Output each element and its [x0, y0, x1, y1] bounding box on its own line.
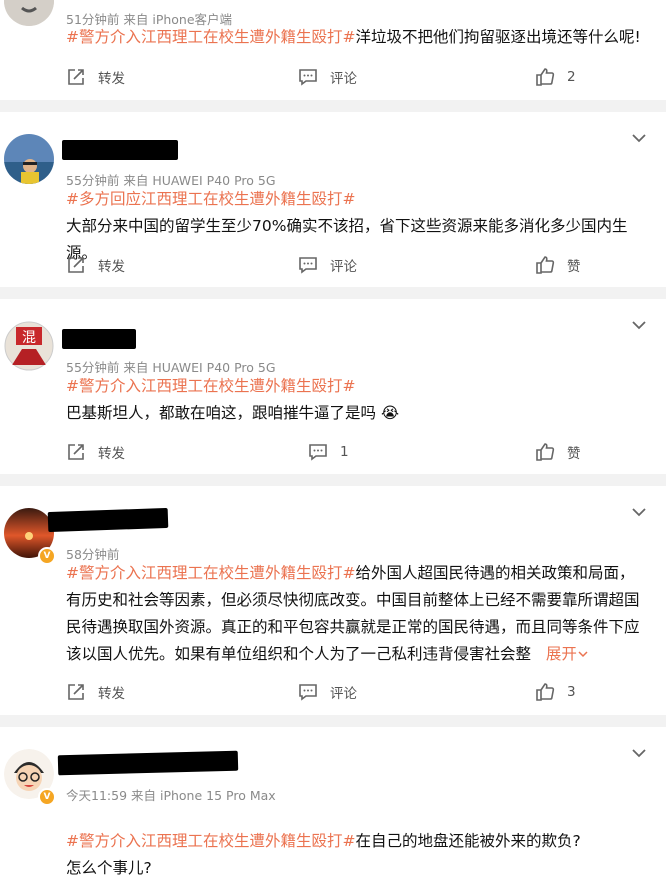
- post-body: 巴基斯坦人，都敢在咱这，跟咱摧牛逼了是吗 😭: [66, 404, 400, 422]
- post-text: #警方介入江西理工在校生遭外籍生殴打#给外国人超国民待遇的相关政策和局面，有历史…: [66, 560, 648, 668]
- comment-button[interactable]: 评论: [298, 63, 357, 91]
- comment-icon: [299, 69, 317, 86]
- action-bar: 转发 评论 赞: [0, 251, 666, 279]
- like-button[interactable]: 赞: [535, 438, 581, 466]
- topic-link[interactable]: #警方介入江西理工在校生遭外籍生殴打#: [66, 373, 648, 400]
- repost-button[interactable]: 转发: [66, 438, 125, 466]
- comment-card: 混 55分钟前 来自 HUAWEI P40 Pro 5G #警方介入江西理工在校…: [0, 299, 666, 474]
- avatar[interactable]: [4, 0, 54, 26]
- expand-link[interactable]: 展开: [536, 645, 589, 663]
- repost-button[interactable]: 转发: [66, 63, 125, 91]
- comment-button[interactable]: 1: [308, 438, 349, 466]
- like-button[interactable]: 3: [535, 678, 576, 706]
- comment-button[interactable]: 评论: [298, 678, 357, 706]
- avatar[interactable]: 混: [4, 321, 54, 371]
- post-text: #警方介入江西理工在校生遭外籍生殴打#在自己的地盘还能被外来的欺负? 怎么个事儿…: [66, 801, 648, 882]
- comment-card: 51分钟前 来自 iPhone客户端 #警方介入江西理工在校生遭外籍生殴打#洋垃…: [0, 0, 666, 100]
- like-button[interactable]: 2: [535, 63, 576, 91]
- repost-button[interactable]: 转发: [66, 678, 125, 706]
- thumbs-up-icon: [536, 683, 555, 701]
- thumbs-up-icon: [536, 68, 555, 86]
- avatar[interactable]: [4, 134, 54, 184]
- svg-text:混: 混: [22, 330, 36, 346]
- topic-link[interactable]: #多方回应江西理工在校生遭外籍生殴打#: [66, 186, 648, 213]
- username-redacted: [62, 140, 178, 160]
- repost-icon: [68, 444, 84, 460]
- verified-badge: V: [38, 547, 56, 565]
- post-text: #警方介入江西理工在校生遭外籍生殴打# 巴基斯坦人，都敢在咱这，跟咱摧牛逼了是吗…: [66, 373, 648, 427]
- comment-card: 55分钟前 来自 HUAWEI P40 Pro 5G #多方回应江西理工在校生遭…: [0, 112, 666, 287]
- verified-badge: V: [38, 788, 56, 806]
- username-redacted: [62, 329, 136, 349]
- thumbs-up-icon: [536, 256, 555, 274]
- thumbs-up-icon: [536, 443, 555, 461]
- repost-icon: [68, 684, 84, 700]
- comment-icon: [299, 257, 317, 274]
- comment-button[interactable]: 评论: [298, 251, 357, 279]
- chevron-down-icon[interactable]: [628, 314, 650, 336]
- chevron-down-icon: [578, 651, 588, 658]
- action-bar: 转发 1 赞: [0, 438, 666, 466]
- chevron-down-icon[interactable]: [628, 127, 650, 149]
- post-text: #警方介入江西理工在校生遭外籍生殴打#洋垃圾不把他们拘留驱逐出境还等什么呢!: [66, 24, 648, 51]
- username-redacted: [57, 750, 239, 776]
- comment-card: V 58分钟前 #警方介入江西理工在校生遭外籍生殴打#给外国人超国民待遇的相关政…: [0, 486, 666, 715]
- action-bar: 转发 评论 3: [0, 678, 666, 706]
- repost-button[interactable]: 转发: [66, 251, 125, 279]
- topic-link[interactable]: #警方介入江西理工在校生遭外籍生殴打#: [66, 832, 355, 850]
- username-redacted: [47, 507, 169, 533]
- divider: [0, 287, 666, 299]
- chevron-down-icon[interactable]: [628, 501, 650, 523]
- action-bar: 转发 评论 2: [0, 63, 666, 91]
- comment-card: V 今天11:59 来自 iPhone 15 Pro Max #警方介入江西理工…: [0, 727, 666, 877]
- comment-icon: [309, 444, 327, 461]
- chevron-down-icon[interactable]: [628, 742, 650, 764]
- divider: [0, 715, 666, 727]
- repost-icon: [68, 257, 84, 273]
- comment-icon: [299, 684, 317, 701]
- topic-link[interactable]: #警方介入江西理工在校生遭外籍生殴打#: [66, 28, 355, 46]
- repost-icon: [68, 69, 84, 85]
- topic-link[interactable]: #警方介入江西理工在校生遭外籍生殴打#: [66, 564, 355, 582]
- divider: [0, 474, 666, 486]
- post-body: 洋垃圾不把他们拘留驱逐出境还等什么呢!: [355, 28, 641, 46]
- like-button[interactable]: 赞: [535, 251, 581, 279]
- divider: [0, 100, 666, 112]
